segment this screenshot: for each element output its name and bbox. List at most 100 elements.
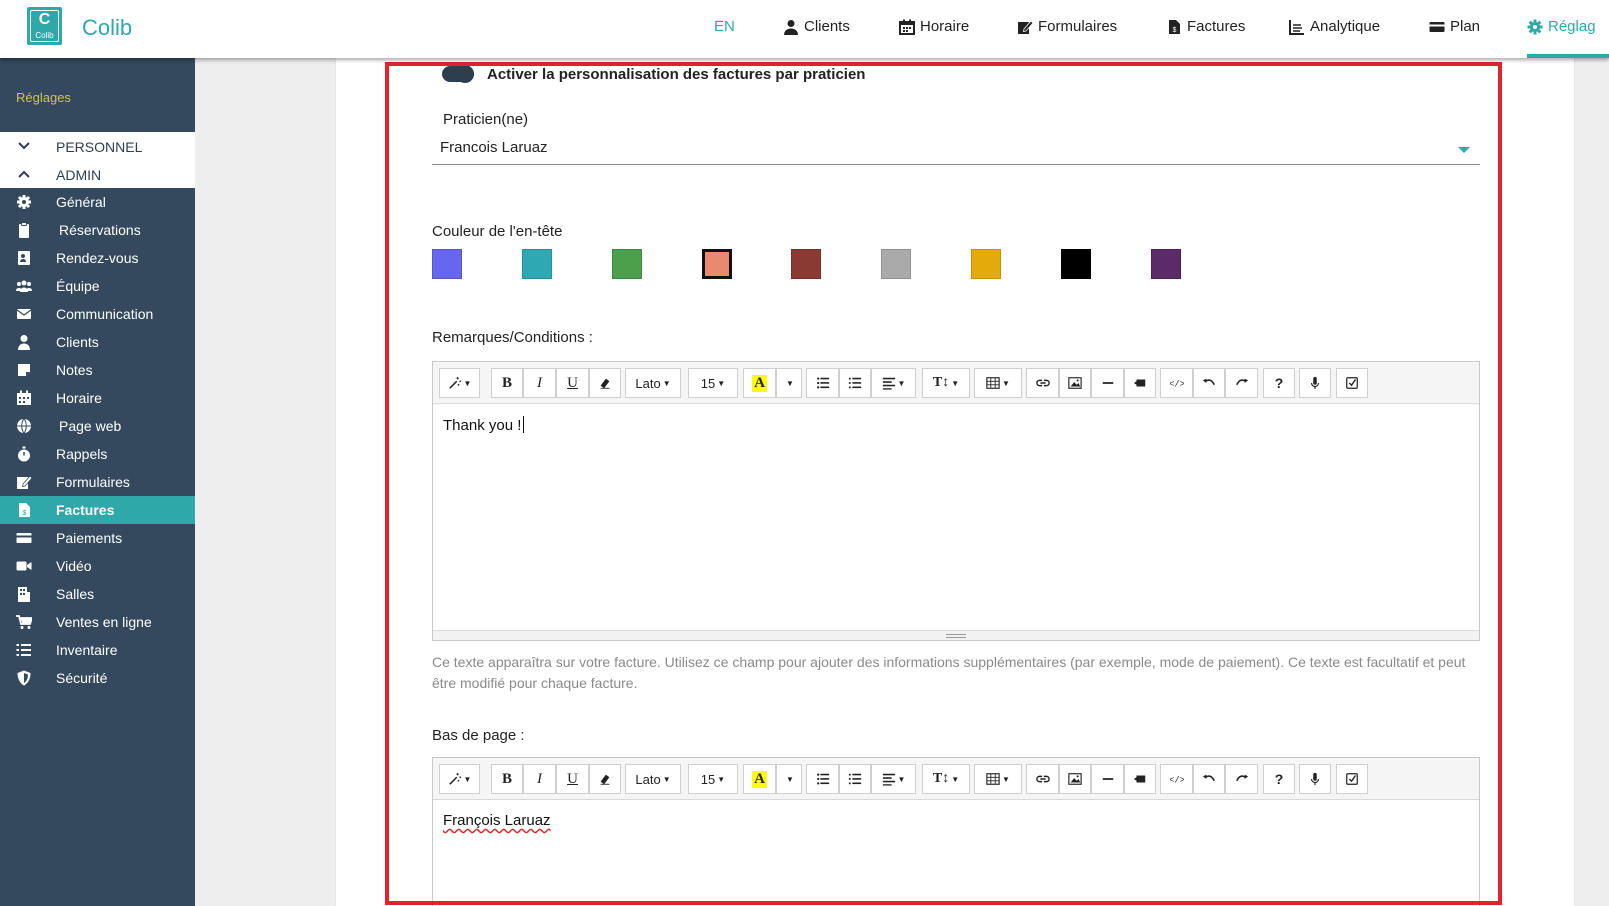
code-view-button[interactable]: </> — [1160, 764, 1193, 794]
highlight-color-button[interactable]: A — [743, 368, 776, 398]
underline-button[interactable]: U — [556, 764, 589, 794]
nav-analytique[interactable]: Analytique — [1289, 18, 1380, 35]
sidebar-item-inventaire[interactable]: Inventaire — [0, 636, 195, 664]
sidebar-item-formulaires[interactable]: Formulaires — [0, 468, 195, 496]
sidebar-item-clients[interactable]: Clients — [0, 328, 195, 356]
sidebar-item-factures[interactable]: $ Factures — [0, 496, 195, 524]
table-dropdown[interactable]: ▼ — [974, 764, 1022, 794]
sidebar-group-personnel[interactable]: PERSONNEL — [0, 132, 195, 160]
spellcheck-button[interactable] — [1336, 368, 1368, 398]
colib-logo[interactable]: C Colib — [27, 7, 62, 45]
underline-button[interactable]: U — [556, 368, 589, 398]
remarks-editor[interactable]: ▼BIULato▼15▼A▼▼T↕▼▼</>? Thank you ! — [432, 361, 1480, 641]
remarks-text[interactable]: Thank you ! — [443, 416, 525, 434]
sidebar-item-video[interactable]: Vidéo — [0, 552, 195, 580]
sidebar-group-admin[interactable]: ADMIN — [0, 160, 195, 188]
code-view-button[interactable]: </> — [1160, 368, 1193, 398]
video-button[interactable] — [1124, 764, 1156, 794]
sidebar-item-horaire[interactable]: Horaire — [0, 384, 195, 412]
redo-button[interactable] — [1225, 368, 1258, 398]
magic-wand-button[interactable]: ▼ — [439, 764, 480, 794]
code-view-icon: </> — [1170, 380, 1184, 390]
sidebar-item-ventes-en-ligne[interactable]: Ventes en ligne — [0, 608, 195, 636]
color-swatch-5[interactable] — [791, 249, 821, 279]
microphone-button[interactable] — [1299, 368, 1331, 398]
nav-formulaires[interactable]: Formulaires — [1017, 18, 1117, 35]
color-swatch-2[interactable] — [522, 249, 552, 279]
nav-factures[interactable]: $ Factures — [1166, 18, 1245, 35]
link-button[interactable] — [1026, 368, 1059, 398]
brand-name[interactable]: Colib — [82, 15, 132, 41]
undo-button[interactable] — [1193, 764, 1225, 794]
eraser-button[interactable] — [589, 764, 621, 794]
nav-reglages[interactable]: Réglag — [1527, 18, 1596, 35]
editor-resize-handle[interactable] — [433, 630, 1479, 640]
horizontal-rule-button[interactable] — [1091, 368, 1124, 398]
font-size-dropdown[interactable]: 15 ▼ — [688, 764, 738, 794]
color-swatch-1[interactable] — [432, 249, 462, 279]
sidebar-item-rappels[interactable]: Rappels — [0, 440, 195, 468]
color-swatch-9[interactable] — [1151, 249, 1181, 279]
font-family-dropdown[interactable]: Lato ▼ — [625, 764, 681, 794]
language-switch[interactable]: EN — [714, 18, 735, 35]
color-swatch-7[interactable] — [971, 249, 1001, 279]
practitioner-customization-toggle[interactable] — [442, 65, 474, 83]
bold-button[interactable]: B — [491, 368, 523, 398]
table-dropdown[interactable]: ▼ — [974, 368, 1022, 398]
horizontal-rule-button[interactable] — [1091, 764, 1124, 794]
color-swatch-8[interactable] — [1061, 249, 1091, 279]
microphone-button[interactable] — [1299, 764, 1331, 794]
nav-plan[interactable]: Plan — [1429, 18, 1480, 35]
eraser-button[interactable] — [589, 368, 621, 398]
redo-button[interactable] — [1225, 764, 1258, 794]
sidebar-item-communication[interactable]: Communication — [0, 300, 195, 328]
sidebar-item-notes[interactable]: Notes — [0, 356, 195, 384]
sidebar-item-paiements[interactable]: Paiements — [0, 524, 195, 552]
magic-wand-button[interactable]: ▼ — [439, 368, 480, 398]
sidebar-item-equipe[interactable]: Équipe — [0, 272, 195, 300]
remarks-help-text: Ce texte apparaîtra sur votre facture. U… — [432, 654, 1466, 691]
sidebar-item-reservations[interactable]: Réservations — [0, 216, 195, 244]
sidebar-item-salles[interactable]: Salles — [0, 580, 195, 608]
font-size-dropdown[interactable]: 15 ▼ — [688, 368, 738, 398]
bold-button[interactable]: B — [491, 764, 523, 794]
ordered-list-button[interactable] — [839, 368, 871, 398]
sidebar-item-securite[interactable]: Sécurité — [0, 664, 195, 692]
ordered-list-button[interactable] — [839, 764, 871, 794]
paragraph-align-dropdown[interactable]: ▼ — [871, 368, 916, 398]
text-height-dropdown[interactable]: T↕ ▼ — [922, 368, 970, 398]
sidebar-item-rendez-vous[interactable]: Rendez-vous — [0, 244, 195, 272]
nav-clients[interactable]: Clients — [783, 18, 850, 35]
color-swatch-3[interactable] — [612, 249, 642, 279]
color-swatch-6[interactable] — [881, 249, 911, 279]
highlight-dropdown[interactable]: ▼ — [776, 368, 802, 398]
footer-text[interactable]: François Laruaz — [443, 812, 551, 829]
sidebar-item-label: Page web — [59, 418, 122, 434]
footer-editor[interactable]: ▼BIULato▼15▼A▼▼T↕▼▼</>? François Laruaz — [432, 757, 1480, 906]
sidebar-item-label: Rappels — [56, 446, 108, 462]
image-button[interactable] — [1059, 368, 1091, 398]
sidebar-item-general[interactable]: Général — [0, 188, 195, 216]
image-button[interactable] — [1059, 764, 1091, 794]
sidebar-item-page-web[interactable]: Page web — [0, 412, 195, 440]
video-button[interactable] — [1124, 368, 1156, 398]
text-height-dropdown[interactable]: T↕ ▼ — [922, 764, 970, 794]
color-swatch-4[interactable] — [702, 249, 732, 279]
unordered-list-button[interactable] — [806, 764, 839, 794]
undo-button[interactable] — [1193, 368, 1225, 398]
help-button[interactable]: ? — [1263, 368, 1295, 398]
spellcheck-button[interactable] — [1336, 764, 1368, 794]
grip-icon — [946, 634, 966, 638]
italic-button[interactable]: I — [523, 764, 556, 794]
link-button[interactable] — [1026, 764, 1059, 794]
italic-button[interactable]: I — [523, 368, 556, 398]
help-button[interactable]: ? — [1263, 764, 1295, 794]
practitioner-select[interactable]: Francois Laruaz — [432, 135, 1480, 165]
font-family-dropdown[interactable]: Lato ▼ — [625, 368, 681, 398]
highlight-dropdown[interactable]: ▼ — [776, 764, 802, 794]
invoice-icon: $ — [19, 503, 30, 517]
unordered-list-button[interactable] — [806, 368, 839, 398]
paragraph-align-dropdown[interactable]: ▼ — [871, 764, 916, 794]
nav-horaire[interactable]: Horaire — [899, 18, 969, 35]
highlight-color-button[interactable]: A — [743, 764, 776, 794]
